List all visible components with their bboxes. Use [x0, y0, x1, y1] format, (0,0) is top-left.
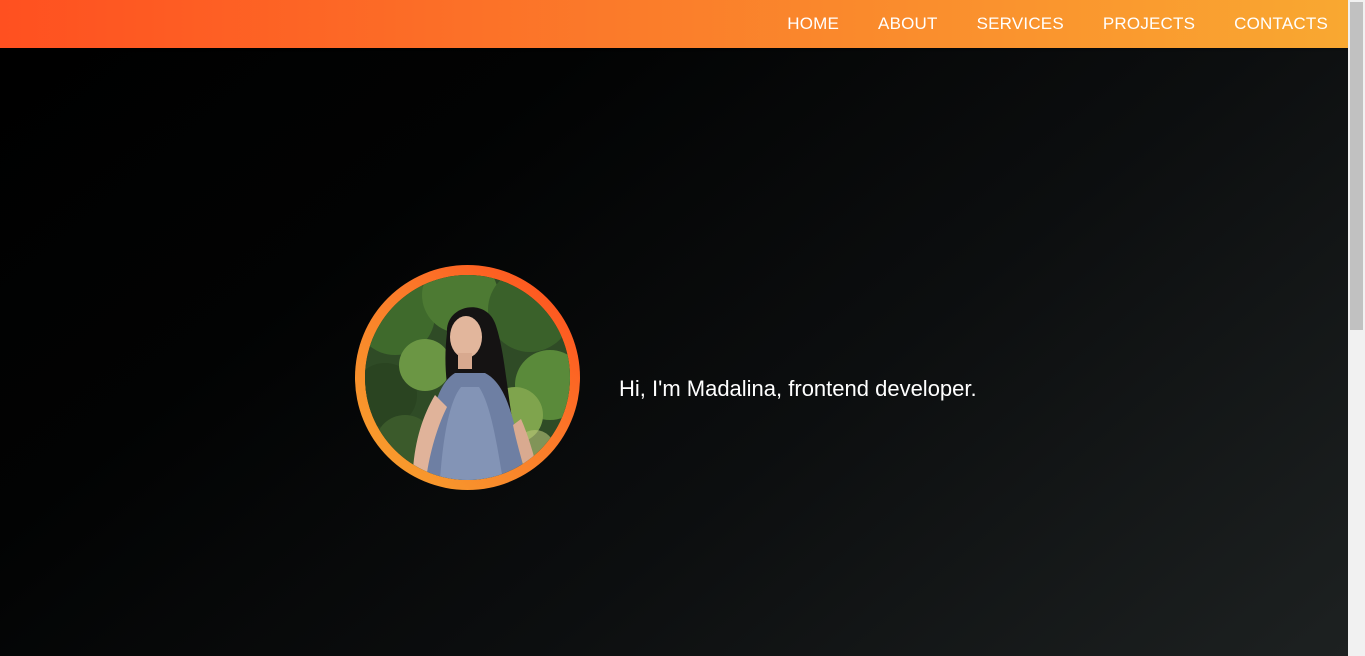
nav-link-projects[interactable]: PROJECTS [1103, 14, 1195, 34]
page-scrollbar[interactable] [1348, 0, 1365, 656]
nav-link-services[interactable]: SERVICES [977, 14, 1064, 34]
nav-link-contacts[interactable]: CONTACTS [1234, 14, 1328, 34]
avatar [365, 275, 570, 480]
nav-links: HOME ABOUT SERVICES PROJECTS CONTACTS [787, 0, 1328, 48]
avatar-ring [355, 265, 580, 490]
nav-link-home[interactable]: HOME [787, 14, 839, 34]
hero-headline: Hi, I'm Madalina, frontend developer. [619, 376, 977, 401]
nav-link-about[interactable]: ABOUT [878, 14, 938, 34]
scrollbar-thumb[interactable] [1350, 2, 1363, 330]
top-navbar: HOME ABOUT SERVICES PROJECTS CONTACTS [0, 0, 1348, 48]
page: HOME ABOUT SERVICES PROJECTS CONTACTS Hi… [0, 0, 1365, 656]
hero-section: Hi, I'm Madalina, frontend developer. [0, 48, 1348, 656]
profile-photo-icon [365, 275, 570, 480]
